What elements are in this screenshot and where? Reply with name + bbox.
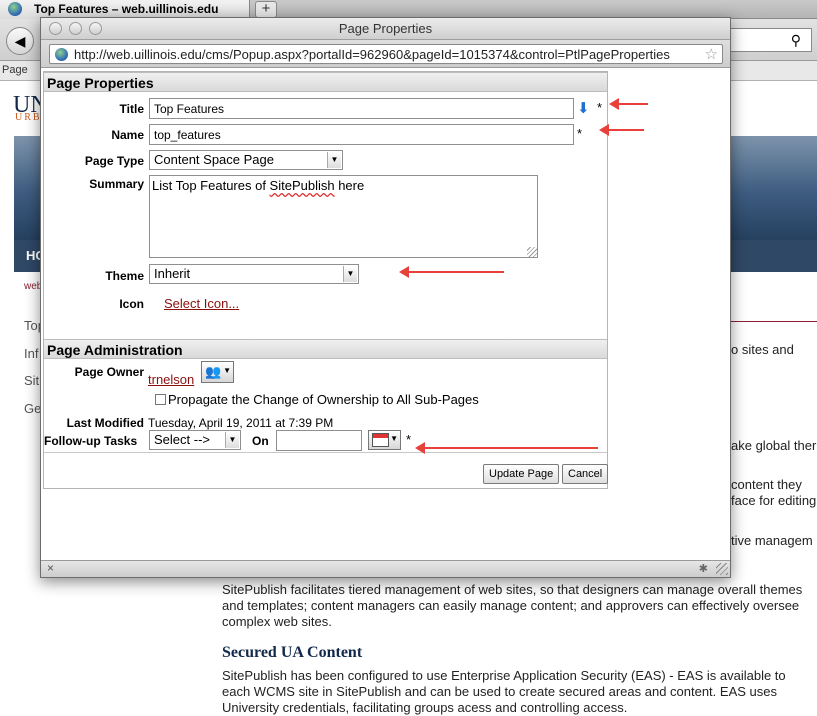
name-label: Name (111, 128, 144, 142)
summary-textarea[interactable]: List Top Features of SitePublish here (149, 175, 538, 258)
resize-grip-icon[interactable] (716, 563, 728, 575)
url-field[interactable]: http://web.uillinois.edu/cms/Popup.aspx?… (49, 44, 723, 64)
propagate-ownership-label: Propagate the Change of Ownership to All… (168, 392, 479, 407)
body-text-fragment: o sites and (731, 342, 794, 357)
popup-statusbar: × ✱ (41, 560, 730, 577)
followup-tasks-select[interactable]: Select --> ▼ (149, 430, 241, 450)
theme-select[interactable]: Inherit ▼ (149, 264, 359, 284)
last-modified-value: Tuesday, April 19, 2011 at 7:39 PM (148, 416, 334, 430)
popup-content: Page Properties Title Top Features ⬇ * N… (41, 69, 730, 561)
section-header-page-properties: Page Properties (44, 72, 607, 92)
theme-label: Theme (105, 269, 144, 283)
summary-text-misspelled: SitePublish (269, 178, 335, 193)
resize-handle-icon[interactable] (527, 247, 537, 257)
bug-icon[interactable]: ✱ (699, 562, 708, 575)
search-icon: ⚲ (790, 32, 801, 48)
back-button[interactable]: ◀ (6, 27, 34, 55)
title-label: Title (119, 102, 144, 116)
globe-icon (55, 48, 68, 61)
cancel-button[interactable]: Cancel (562, 464, 609, 484)
date-picker-button[interactable]: ▼ (368, 430, 401, 450)
users-icon: 👥 (205, 364, 222, 379)
required-marker: * (577, 126, 583, 141)
last-modified-label: Last Modified (66, 416, 144, 430)
body-text-fragment: ake global ther (731, 438, 817, 453)
chevron-down-icon: ▼ (223, 366, 231, 375)
side-nav-item[interactable]: Sit (24, 373, 39, 388)
arrow-down-icon[interactable]: ⬇ (577, 99, 590, 117)
popup-title: Page Properties (338, 21, 433, 36)
followup-tasks-value: Select --> (154, 432, 210, 447)
page-type-value: Content Space Page (154, 152, 274, 167)
summary-text-prefix: List Top Features of (152, 178, 270, 193)
on-label: On (252, 434, 269, 448)
required-marker: * (406, 432, 412, 447)
select-icon-link[interactable]: Select Icon... (164, 296, 239, 311)
body-paragraph: SitePublish facilitates tiered managemen… (222, 582, 803, 629)
chevron-down-icon: ▼ (225, 432, 239, 448)
update-page-button[interactable]: Update Page (483, 464, 560, 484)
icon-label: Icon (119, 297, 144, 311)
body-paragraph: SitePublish has been configured to use E… (222, 668, 786, 715)
url-text: http://web.uillinois.edu/cms/Popup.aspx?… (74, 47, 670, 62)
globe-icon (8, 2, 22, 16)
section-header-page-administration: Page Administration (44, 339, 607, 359)
propagate-ownership-checkbox[interactable] (155, 394, 166, 405)
owner-picker-button[interactable]: 👥 ▼ (201, 361, 234, 383)
body-text-fragment: face for editing (731, 493, 817, 508)
annotation-arrow (609, 98, 648, 110)
theme-value: Inherit (154, 266, 191, 281)
side-nav-item[interactable]: Ge (24, 401, 41, 416)
summary-text-suffix: here (334, 178, 365, 193)
section-heading: Secured UA Content (222, 644, 363, 661)
name-input[interactable]: top_features (149, 124, 574, 145)
new-tab-button[interactable]: + (255, 1, 277, 18)
close-icon[interactable]: × (47, 561, 54, 575)
browser-search-field[interactable]: ⚲ (720, 28, 812, 52)
followup-tasks-label: Follow-up Tasks (44, 434, 138, 448)
browser-tab-title: Top Features – web.uillinois.edu (34, 2, 219, 16)
page-properties-form: Page Properties Title Top Features ⬇ * N… (43, 71, 609, 489)
annotation-arrow (599, 124, 644, 136)
followup-date-input[interactable] (276, 430, 362, 451)
chevron-down-icon: ▼ (343, 266, 357, 282)
bookmark-item[interactable]: Page (2, 64, 28, 76)
annotation-arrow (415, 442, 598, 454)
page-owner-label: Page Owner (74, 365, 144, 379)
popup-titlebar[interactable]: Page Properties (41, 18, 730, 40)
page-properties-popup: Page Properties http://web.uillinois.edu… (40, 17, 731, 578)
body-text-fragment: tive managem (731, 533, 813, 548)
chevron-down-icon: ▼ (390, 434, 398, 443)
annotation-arrow (399, 266, 504, 278)
title-input[interactable]: Top Features (149, 98, 574, 119)
required-marker: * (597, 100, 603, 115)
page-type-select[interactable]: Content Space Page ▼ (149, 150, 343, 170)
bookmark-star-icon[interactable]: ☆ (705, 45, 718, 63)
divider (725, 321, 817, 322)
popup-urlbar: http://web.uillinois.edu/cms/Popup.aspx?… (41, 40, 730, 68)
side-nav-item[interactable]: Inf (24, 346, 38, 361)
divider (44, 452, 607, 453)
calendar-icon (372, 433, 389, 447)
summary-label: Summary (89, 177, 144, 191)
page-owner-link[interactable]: trnelson (148, 372, 194, 387)
body-text-fragment: content they (731, 477, 802, 492)
page-type-label: Page Type (84, 154, 144, 168)
chevron-down-icon: ▼ (327, 152, 341, 168)
